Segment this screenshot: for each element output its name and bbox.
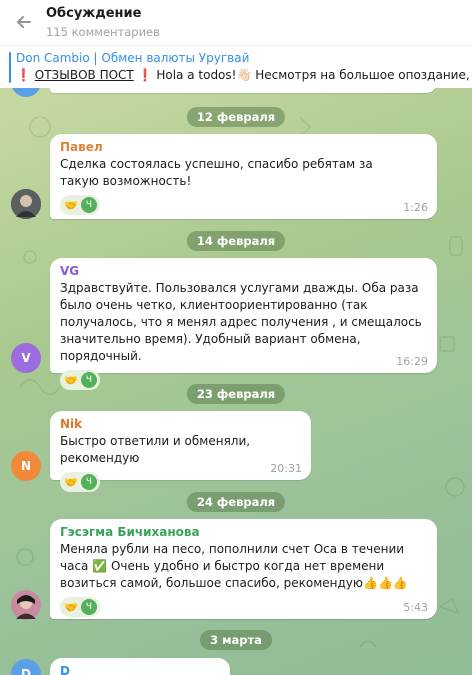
comments-count: 115 комментариев bbox=[46, 25, 160, 39]
message-text: Меняла рубли на песо, пополнили счет Оса… bbox=[60, 542, 408, 590]
page-title: Обсуждение bbox=[46, 6, 142, 21]
pinned-preview: Hola a todos!👋🏻 Несмотря на большое опоз… bbox=[156, 68, 472, 82]
message-bubble[interactable]: Nik Быстро ответили и обменяли, рекоменд… bbox=[50, 411, 311, 492]
message-time: 16:29 bbox=[396, 355, 428, 368]
pinned-indicator bbox=[9, 52, 11, 83]
back-arrow-icon[interactable] bbox=[14, 12, 34, 32]
pinned-title: Don Cambio | Обмен валюты Уругвай bbox=[16, 51, 250, 65]
avatar-photo[interactable] bbox=[11, 189, 41, 219]
message-author[interactable]: VG bbox=[60, 264, 427, 278]
message-author[interactable]: Nik bbox=[60, 417, 301, 431]
message-time: 20:31 bbox=[270, 462, 302, 475]
date-separator: 12 февраля bbox=[186, 107, 286, 127]
reaction-user-avatar: Ч bbox=[81, 197, 97, 213]
message-bubble[interactable]: VG Здравствуйте. Пользовался услугами дв… bbox=[50, 258, 437, 390]
message-time: 5:43 bbox=[403, 601, 428, 614]
handshake-icon: 🤝 bbox=[64, 198, 78, 212]
message-bubble[interactable]: Павел Сделка состоялась успешно, спасибо… bbox=[50, 134, 437, 219]
message-author[interactable]: Павел bbox=[60, 140, 427, 154]
message-time: 1:26 bbox=[403, 201, 428, 214]
reaction-user-avatar: Ч bbox=[81, 474, 97, 490]
pinned-reviews-label: ОТЗЫВОВ ПОСТ bbox=[34, 68, 134, 82]
reaction-pill[interactable]: 🤝 Ч bbox=[60, 370, 100, 390]
message-author[interactable]: Гэсэгма Бичиханова bbox=[60, 525, 427, 539]
reaction-user-avatar: Ч bbox=[81, 372, 97, 388]
exclamation-icon: ❗ bbox=[137, 68, 153, 82]
message-text: Быстро ответили и обменяли, рекомендую bbox=[60, 434, 251, 465]
message-bubble-partial[interactable]: D bbox=[50, 658, 230, 675]
avatar[interactable]: V bbox=[11, 343, 41, 373]
date-separator: 14 февраля bbox=[186, 231, 286, 251]
handshake-icon: 🤝 bbox=[64, 600, 78, 614]
message-text: Здравствуйте. Пользовался услугами дважд… bbox=[60, 281, 422, 363]
pinned-preview-line: ❗ ОТЗЫВОВ ПОСТ ❗ Hola a todos!👋🏻 Несмотр… bbox=[16, 68, 472, 82]
handshake-icon: 🤝 bbox=[64, 475, 78, 489]
date-separator: 3 марта bbox=[200, 630, 272, 650]
reaction-user-avatar: Ч bbox=[81, 599, 97, 615]
date-separator: 23 февраля bbox=[186, 384, 286, 404]
chat-header: Обсуждение 115 комментариев bbox=[0, 0, 472, 45]
message-author[interactable]: D bbox=[60, 664, 220, 675]
exclamation-icon: ❗ bbox=[16, 68, 31, 82]
avatar-photo[interactable] bbox=[11, 590, 41, 620]
reaction-pill[interactable]: 🤝 Ч bbox=[60, 597, 100, 617]
reaction-pill[interactable]: 🤝 Ч bbox=[60, 195, 100, 215]
handshake-icon: 🤝 bbox=[64, 373, 78, 387]
message-bubble[interactable]: Гэсэгма Бичиханова Меняла рубли на песо,… bbox=[50, 519, 437, 619]
avatar[interactable]: N bbox=[11, 451, 41, 481]
message-text: Сделка состоялась успешно, спасибо ребят… bbox=[60, 157, 373, 188]
pinned-message[interactable]: Don Cambio | Обмен валюты Уругвай ❗ ОТЗЫ… bbox=[0, 45, 472, 88]
date-separator: 24 февраля bbox=[186, 492, 286, 512]
chat-area[interactable]: 12 февраля Павел Сделка состоялась успеш… bbox=[0, 87, 472, 675]
reaction-pill[interactable]: 🤝 Ч bbox=[60, 472, 100, 492]
